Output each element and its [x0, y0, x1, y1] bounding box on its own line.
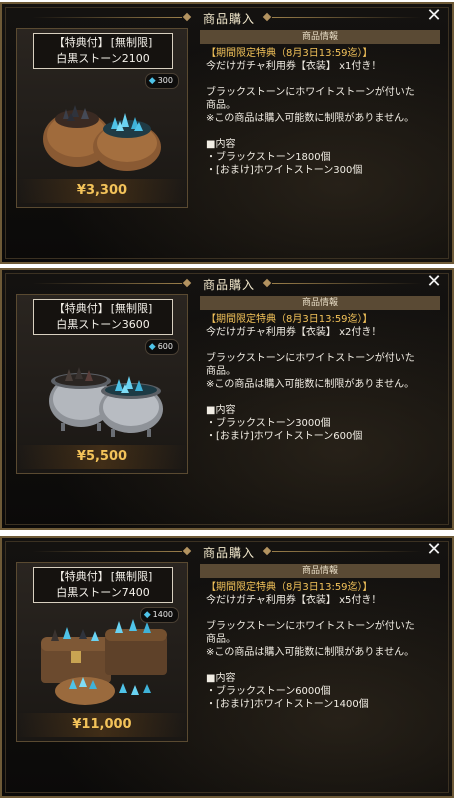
stone-count-badge: ◆ 300: [144, 73, 179, 89]
contents-item-1: ・ブラックストーン6000個: [206, 686, 331, 697]
item-card[interactable]: 【特典付】 [無制限] 白黒ストーン2100 ◆ 300 ¥3,300: [16, 28, 188, 208]
item-name-box: 【特典付】 [無制限] 白黒ストーン7400: [33, 567, 173, 603]
stone-count: 600: [157, 342, 173, 351]
dialog-title: 商品購入: [202, 546, 255, 560]
info-title: 商品情報: [200, 30, 440, 44]
item-name: 白黒ストーン7400: [56, 586, 150, 599]
info-title: 商品情報: [200, 564, 440, 578]
info-body: 【期間限定特典（8月3日13:59迄）】 今だけガチャ利用券【衣装】 x1付き！…: [200, 47, 440, 177]
purchase-limit-note: ※この商品は購入可能数に制限がありません。: [206, 647, 415, 658]
contents-item-2: ・[おまけ]ホワイトストーン1400個: [206, 699, 369, 710]
price: ¥11,000: [17, 713, 187, 737]
contents-item-2: ・[おまけ]ホワイトストーン600個: [206, 431, 363, 442]
item-name: 白黒ストーン3600: [56, 318, 150, 331]
limited-bonus-line: 【期間限定特典（8月3日13:59迄）】: [206, 314, 373, 325]
close-icon[interactable]: ✕: [424, 540, 444, 560]
unlimited-tag: [無制限]: [110, 36, 153, 49]
purchase-dialog-1: 商品購入 ✕ 【特典付】 [無制限] 白黒ストーン2100 ◆ 300 ¥3,300…: [0, 2, 454, 264]
purchase-dialog-3: 商品購入 ✕ 【特典付】 [無制限] 白黒ストーン7400 ◆ 1400 ¥11,0…: [0, 536, 454, 798]
bonus-tag: 【特典付】: [53, 570, 109, 583]
stone-count-badge: ◆ 600: [144, 339, 179, 355]
purchase-limit-note: ※この商品は購入可能数に制限がありません。: [206, 113, 415, 124]
contents-item-1: ・ブラックストーン3000個: [206, 418, 331, 429]
item-info: 商品情報 【期間限定特典（8月3日13:59迄）】 今だけガチャ利用券【衣装】 …: [200, 564, 440, 711]
description-line-1: ブラックストーンにホワイトストーンが付いた: [206, 353, 415, 364]
info-body: 【期間限定特典（8月3日13:59迄）】 今だけガチャ利用券【衣装】 x5付き！…: [200, 581, 440, 711]
limited-bonus-line: 【期間限定特典（8月3日13:59迄）】: [206, 582, 373, 593]
bonus-tag: 【特典付】: [53, 302, 109, 315]
item-tags: 【特典付】 [無制限]: [34, 35, 172, 51]
contents-item-2: ・[おまけ]ホワイトストーン300個: [206, 165, 363, 176]
stone-count: 1400: [152, 610, 173, 619]
item-card[interactable]: 【特典付】 [無制限] 白黒ストーン3600 ◆ 600 ¥5,500: [16, 294, 188, 474]
purchase-dialog-2: 商品購入 ✕ 【特典付】 [無制限] 白黒ストーン3600 ◆ 600 ¥5,500: [0, 268, 454, 530]
bonus-tag: 【特典付】: [53, 36, 109, 49]
item-name: 白黒ストーン2100: [56, 52, 150, 65]
item-card[interactable]: 【特典付】 [無制限] 白黒ストーン7400 ◆ 1400 ¥11,000: [16, 562, 188, 742]
purchase-limit-note: ※この商品は購入可能数に制限がありません。: [206, 379, 415, 390]
stone-icon: ◆: [148, 342, 156, 352]
description-line-1: ブラックストーンにホワイトストーンが付いた: [206, 87, 415, 98]
item-info: 商品情報 【期間限定特典（8月3日13:59迄）】 今だけガチャ利用券【衣装】 …: [200, 296, 440, 443]
description-line-2: 商品。: [206, 100, 236, 111]
description-line-2: 商品。: [206, 634, 236, 645]
item-tags: 【特典付】 [無制限]: [34, 569, 172, 585]
item-name-box: 【特典付】 [無制限] 白黒ストーン2100: [33, 33, 173, 69]
item-info: 商品情報 【期間限定特典（8月3日13:59迄）】 今だけガチャ利用券【衣装】 …: [200, 30, 440, 177]
close-icon[interactable]: ✕: [424, 272, 444, 292]
stone-count: 300: [157, 76, 173, 85]
price: ¥5,500: [17, 445, 187, 469]
item-name-box: 【特典付】 [無制限] 白黒ストーン3600: [33, 299, 173, 335]
contents-title: ■内容: [206, 139, 236, 150]
contents-title: ■内容: [206, 405, 236, 416]
bonus-detail-line: 今だけガチャ利用券【衣装】 x1付き！: [206, 61, 382, 72]
stone-count-badge: ◆ 1400: [139, 607, 179, 623]
stone-icon: ◆: [148, 76, 156, 86]
info-body: 【期間限定特典（8月3日13:59迄）】 今だけガチャ利用券【衣装】 x2付き！…: [200, 313, 440, 443]
description-line-2: 商品。: [206, 366, 236, 377]
contents-title: ■内容: [206, 673, 236, 684]
bonus-detail-line: 今だけガチャ利用券【衣装】 x5付き！: [206, 595, 382, 606]
unlimited-tag: [無制限]: [110, 570, 153, 583]
description-line-1: ブラックストーンにホワイトストーンが付いた: [206, 621, 415, 632]
unlimited-tag: [無制限]: [110, 302, 153, 315]
close-icon[interactable]: ✕: [424, 6, 444, 26]
info-title: 商品情報: [200, 296, 440, 310]
dialog-title: 商品購入: [202, 278, 255, 292]
price: ¥3,300: [17, 179, 187, 203]
contents-item-1: ・ブラックストーン1800個: [206, 152, 331, 163]
stone-icon: ◆: [143, 610, 151, 620]
limited-bonus-line: 【期間限定特典（8月3日13:59迄）】: [206, 48, 373, 59]
dialog-title: 商品購入: [202, 12, 255, 26]
item-tags: 【特典付】 [無制限]: [34, 301, 172, 317]
bonus-detail-line: 今だけガチャ利用券【衣装】 x2付き！: [206, 327, 382, 338]
